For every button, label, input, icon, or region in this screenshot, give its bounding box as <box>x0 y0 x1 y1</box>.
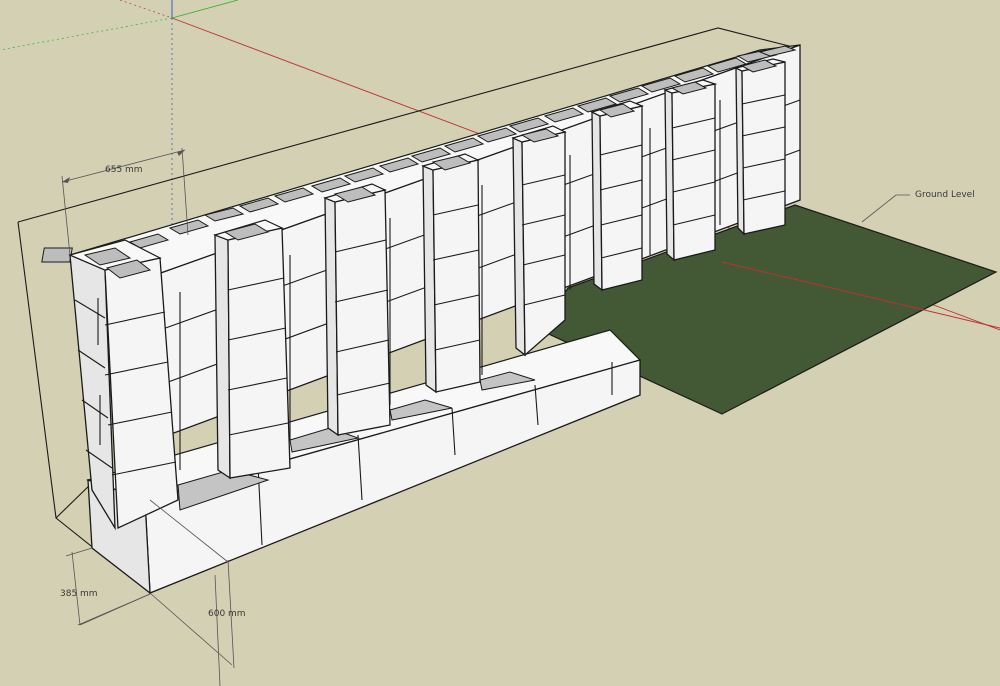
pier-7 <box>663 79 718 262</box>
pier-6 <box>590 100 644 292</box>
pier-8 <box>734 58 786 236</box>
green-axis-line <box>171 0 239 19</box>
green-axis-hidden <box>0 17 173 51</box>
top-depth-label: 655 mm <box>105 165 143 175</box>
pier-1 <box>68 239 179 531</box>
footing-height-label: 600 mm <box>208 609 246 619</box>
bottom-depth-label: 385 mm <box>60 589 98 599</box>
pier-3 <box>323 183 391 437</box>
pier-4 <box>421 153 481 394</box>
ground-level-label: Ground Level <box>915 190 975 200</box>
ground-level-callout: Ground Level <box>861 190 975 223</box>
pier-5 <box>511 125 567 357</box>
sketchup-viewport[interactable]: 655 mm 385 mm 600 mm Ground Level <box>0 0 1000 686</box>
red-axis-hidden <box>119 0 173 19</box>
pier-2 <box>213 219 291 480</box>
